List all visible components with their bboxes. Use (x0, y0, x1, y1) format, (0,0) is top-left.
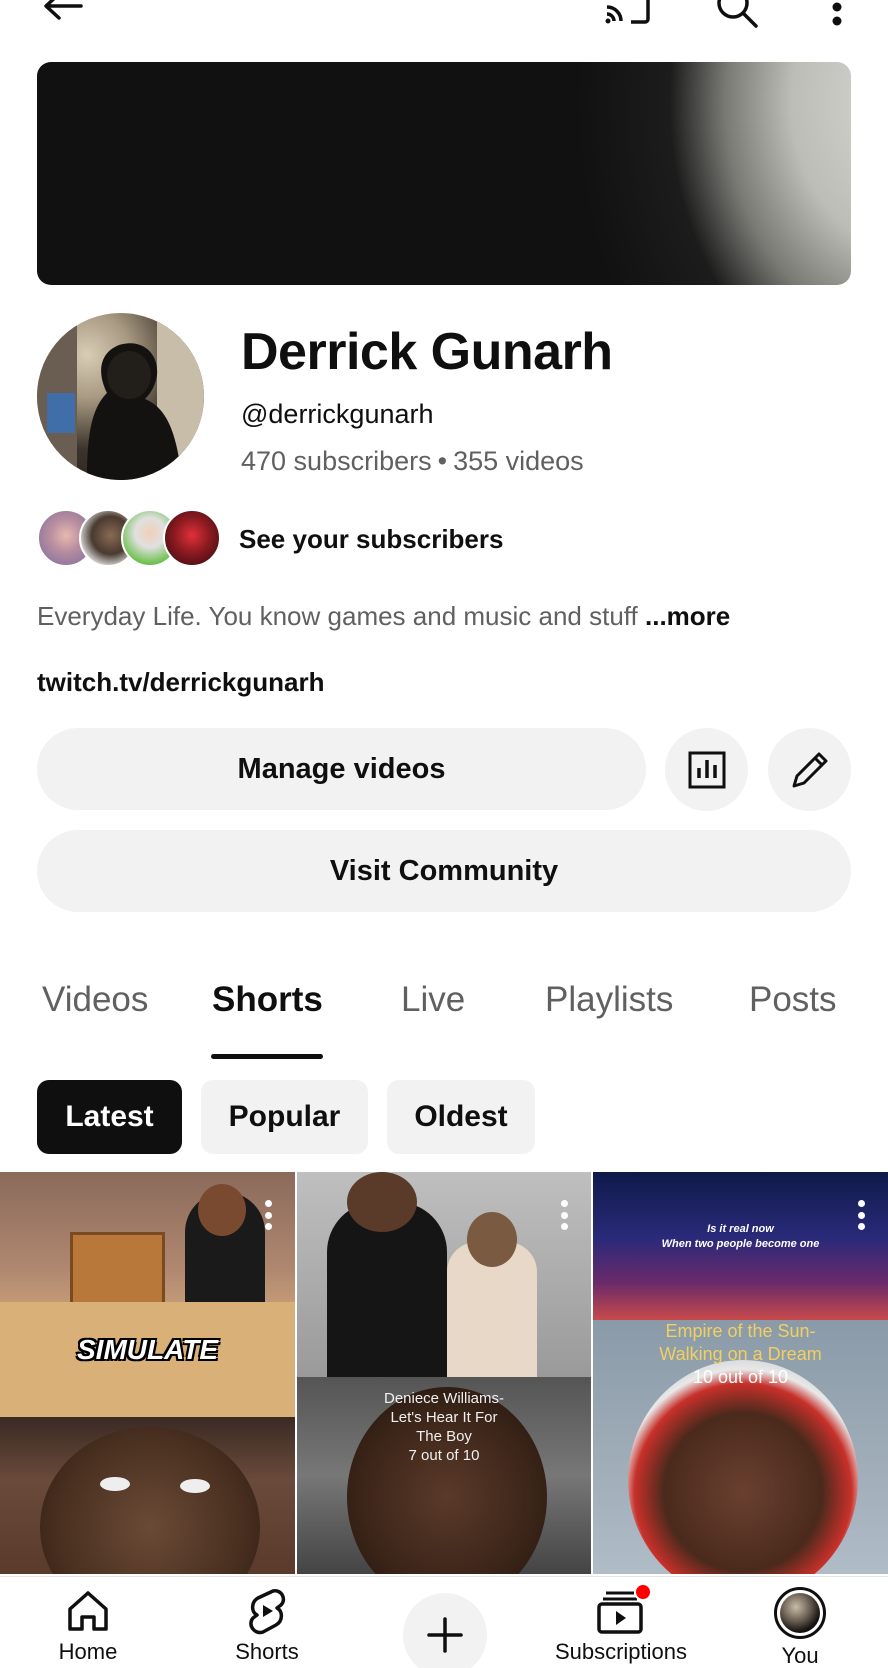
more-link[interactable]: ...more (645, 601, 730, 631)
overlay-line: Let's Hear It For (390, 1409, 498, 1426)
subscriber-count: 470 subscribers (241, 446, 432, 476)
short-overlay-text: SIMULATE (76, 1334, 219, 1365)
short-top-frame: SIMULATE (0, 1172, 295, 1417)
short-bottom-frame (0, 1417, 295, 1574)
overlay-line: The Boy (416, 1428, 472, 1445)
short-overlay-top-text: Is it real now When two people become on… (593, 1222, 888, 1252)
you-avatar (774, 1587, 826, 1639)
chip-popular[interactable]: Popular (201, 1080, 368, 1154)
tab-videos[interactable]: Videos (42, 980, 148, 1020)
nav-subscriptions[interactable]: Subscriptions (541, 1583, 701, 1665)
nav-label: Home (58, 1639, 118, 1664)
description-text: Everyday Life. You know games and music … (37, 601, 645, 631)
chip-oldest[interactable]: Oldest (387, 1080, 535, 1154)
home-icon (68, 1591, 108, 1631)
short-options-icon[interactable] (858, 1200, 866, 1230)
channel-handle: @derrickgunarh (241, 399, 434, 429)
channel-avatar[interactable] (37, 313, 204, 480)
short-overlay-text: Empire of the Sun- Walking on a Dream 10… (593, 1320, 888, 1389)
channel-link[interactable]: twitch.tv/derrickgunarh (37, 667, 325, 698)
visit-community-button[interactable]: Visit Community (37, 830, 851, 912)
channel-banner (37, 62, 851, 285)
short-options-icon[interactable] (561, 1200, 569, 1230)
overlay-line: Empire of the Sun- (665, 1321, 816, 1341)
manage-videos-button[interactable]: Manage videos (37, 728, 646, 810)
channel-name: Derrick Gunarh (241, 323, 613, 381)
tab-posts[interactable]: Posts (749, 980, 837, 1020)
chip-latest[interactable]: Latest (37, 1080, 182, 1154)
short-options-icon[interactable] (265, 1200, 273, 1230)
overlay-line: 7 out of 10 (408, 1447, 480, 1464)
video-count: 355 videos (453, 446, 584, 476)
top-app-bar (0, 0, 888, 30)
active-tab-indicator (211, 1054, 323, 1059)
cast-icon[interactable] (602, 0, 652, 32)
nav-label: Subscriptions (554, 1639, 688, 1664)
analytics-button[interactable] (665, 728, 748, 811)
channel-description[interactable]: Everyday Life. You know games and music … (37, 601, 730, 632)
create-icon (427, 1617, 463, 1653)
notification-dot (634, 1583, 652, 1601)
nav-home[interactable]: Home (8, 1587, 168, 1665)
nav-label: Shorts (235, 1639, 299, 1664)
channel-tabs: Videos Shorts Live Playlists Posts (0, 980, 888, 1060)
nav-you[interactable]: You (720, 1587, 880, 1668)
nav-shorts[interactable]: Shorts (187, 1587, 347, 1665)
overlay-line: 10 out of 10 (692, 1367, 789, 1387)
create-button[interactable] (403, 1593, 487, 1668)
tab-live[interactable]: Live (401, 980, 465, 1020)
subscriber-avatars[interactable] (37, 509, 221, 567)
overlay-line: When two people become one (661, 1238, 820, 1250)
stats-separator: • (437, 446, 448, 476)
pencil-icon (792, 752, 827, 787)
back-arrow-icon[interactable] (38, 0, 88, 32)
overlay-line: Walking on a Dream (659, 1344, 822, 1364)
short-thumbnail[interactable]: Deniece Williams- Let's Hear It For The … (297, 1172, 591, 1574)
shorts-grid: SIMULATE Deniece Williams- Let's Hear It… (0, 1172, 888, 1574)
edit-channel-button[interactable] (768, 728, 851, 811)
short-bottom-frame: Deniece Williams- Let's Hear It For The … (297, 1377, 591, 1574)
see-subscribers-link[interactable]: See your subscribers (239, 524, 503, 555)
tab-playlists[interactable]: Playlists (545, 980, 673, 1020)
channel-stats: 470 subscribers • 355 videos (241, 446, 584, 477)
short-top-frame: Is it real now When two people become on… (593, 1172, 888, 1320)
short-overlay-text: Deniece Williams- Let's Hear It For The … (297, 1389, 591, 1465)
search-icon[interactable] (712, 0, 762, 32)
nav-label: You (781, 1643, 819, 1668)
short-bottom-frame: Empire of the Sun- Walking on a Dream 10… (593, 1320, 888, 1574)
bottom-navigation: Home Shorts Subscriptions You (0, 1576, 888, 1668)
overlay-line: Deniece Williams- (383, 1390, 505, 1407)
short-thumbnail[interactable]: SIMULATE (0, 1172, 295, 1574)
overlay-line: Is it real now (707, 1223, 774, 1235)
more-options-icon[interactable] (812, 0, 862, 32)
subscriber-avatar (163, 509, 221, 567)
tab-shorts[interactable]: Shorts (212, 980, 323, 1020)
analytics-icon (688, 751, 725, 788)
short-thumbnail[interactable]: Is it real now When two people become on… (593, 1172, 888, 1574)
short-top-frame (297, 1172, 591, 1377)
shorts-icon (249, 1589, 286, 1635)
